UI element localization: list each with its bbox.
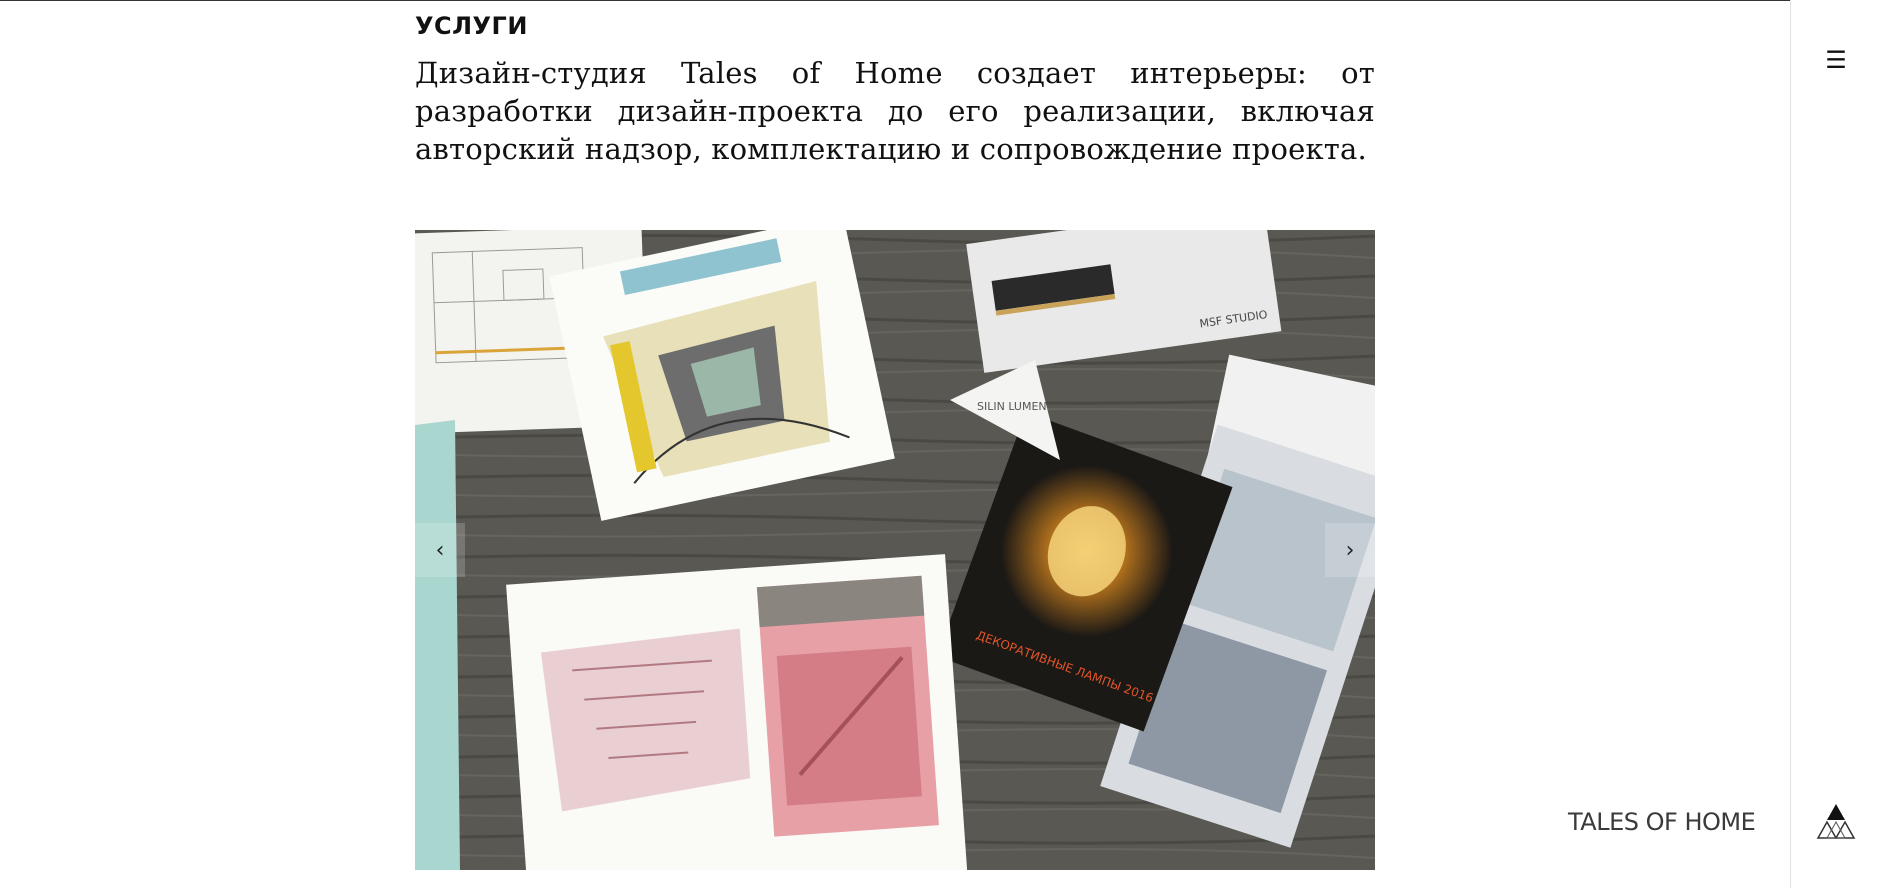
hamburger-menu-icon: ☰ [1825,46,1847,74]
intro-text: Дизайн-студия Tales of Home создает инте… [415,56,1375,166]
slide-photo: MSF STUDIO ДЕКОРАТИВНЫЕ ЛАМПЫ 2016 SILIN… [415,230,1375,870]
section-title: УСЛУГИ [415,12,528,40]
slider-prev-button[interactable]: ‹ [415,523,465,577]
slider-next-button[interactable]: › [1325,523,1375,577]
top-border [0,0,1880,1]
triangle-logo-icon[interactable] [1815,802,1857,840]
card-brand: SILIN LUMEN [977,400,1047,413]
brand-name: TALES OF HOME [1568,808,1756,836]
menu-button[interactable]: ☰ [1822,46,1850,74]
right-sidebar [1790,0,1880,888]
services-section: УСЛУГИ Дизайн-студия Tales of Home созда… [415,10,1375,168]
image-slider[interactable]: MSF STUDIO ДЕКОРАТИВНЫЕ ЛАМПЫ 2016 SILIN… [415,230,1375,870]
chevron-right-icon: › [1345,537,1355,563]
chevron-left-icon: ‹ [435,537,445,563]
